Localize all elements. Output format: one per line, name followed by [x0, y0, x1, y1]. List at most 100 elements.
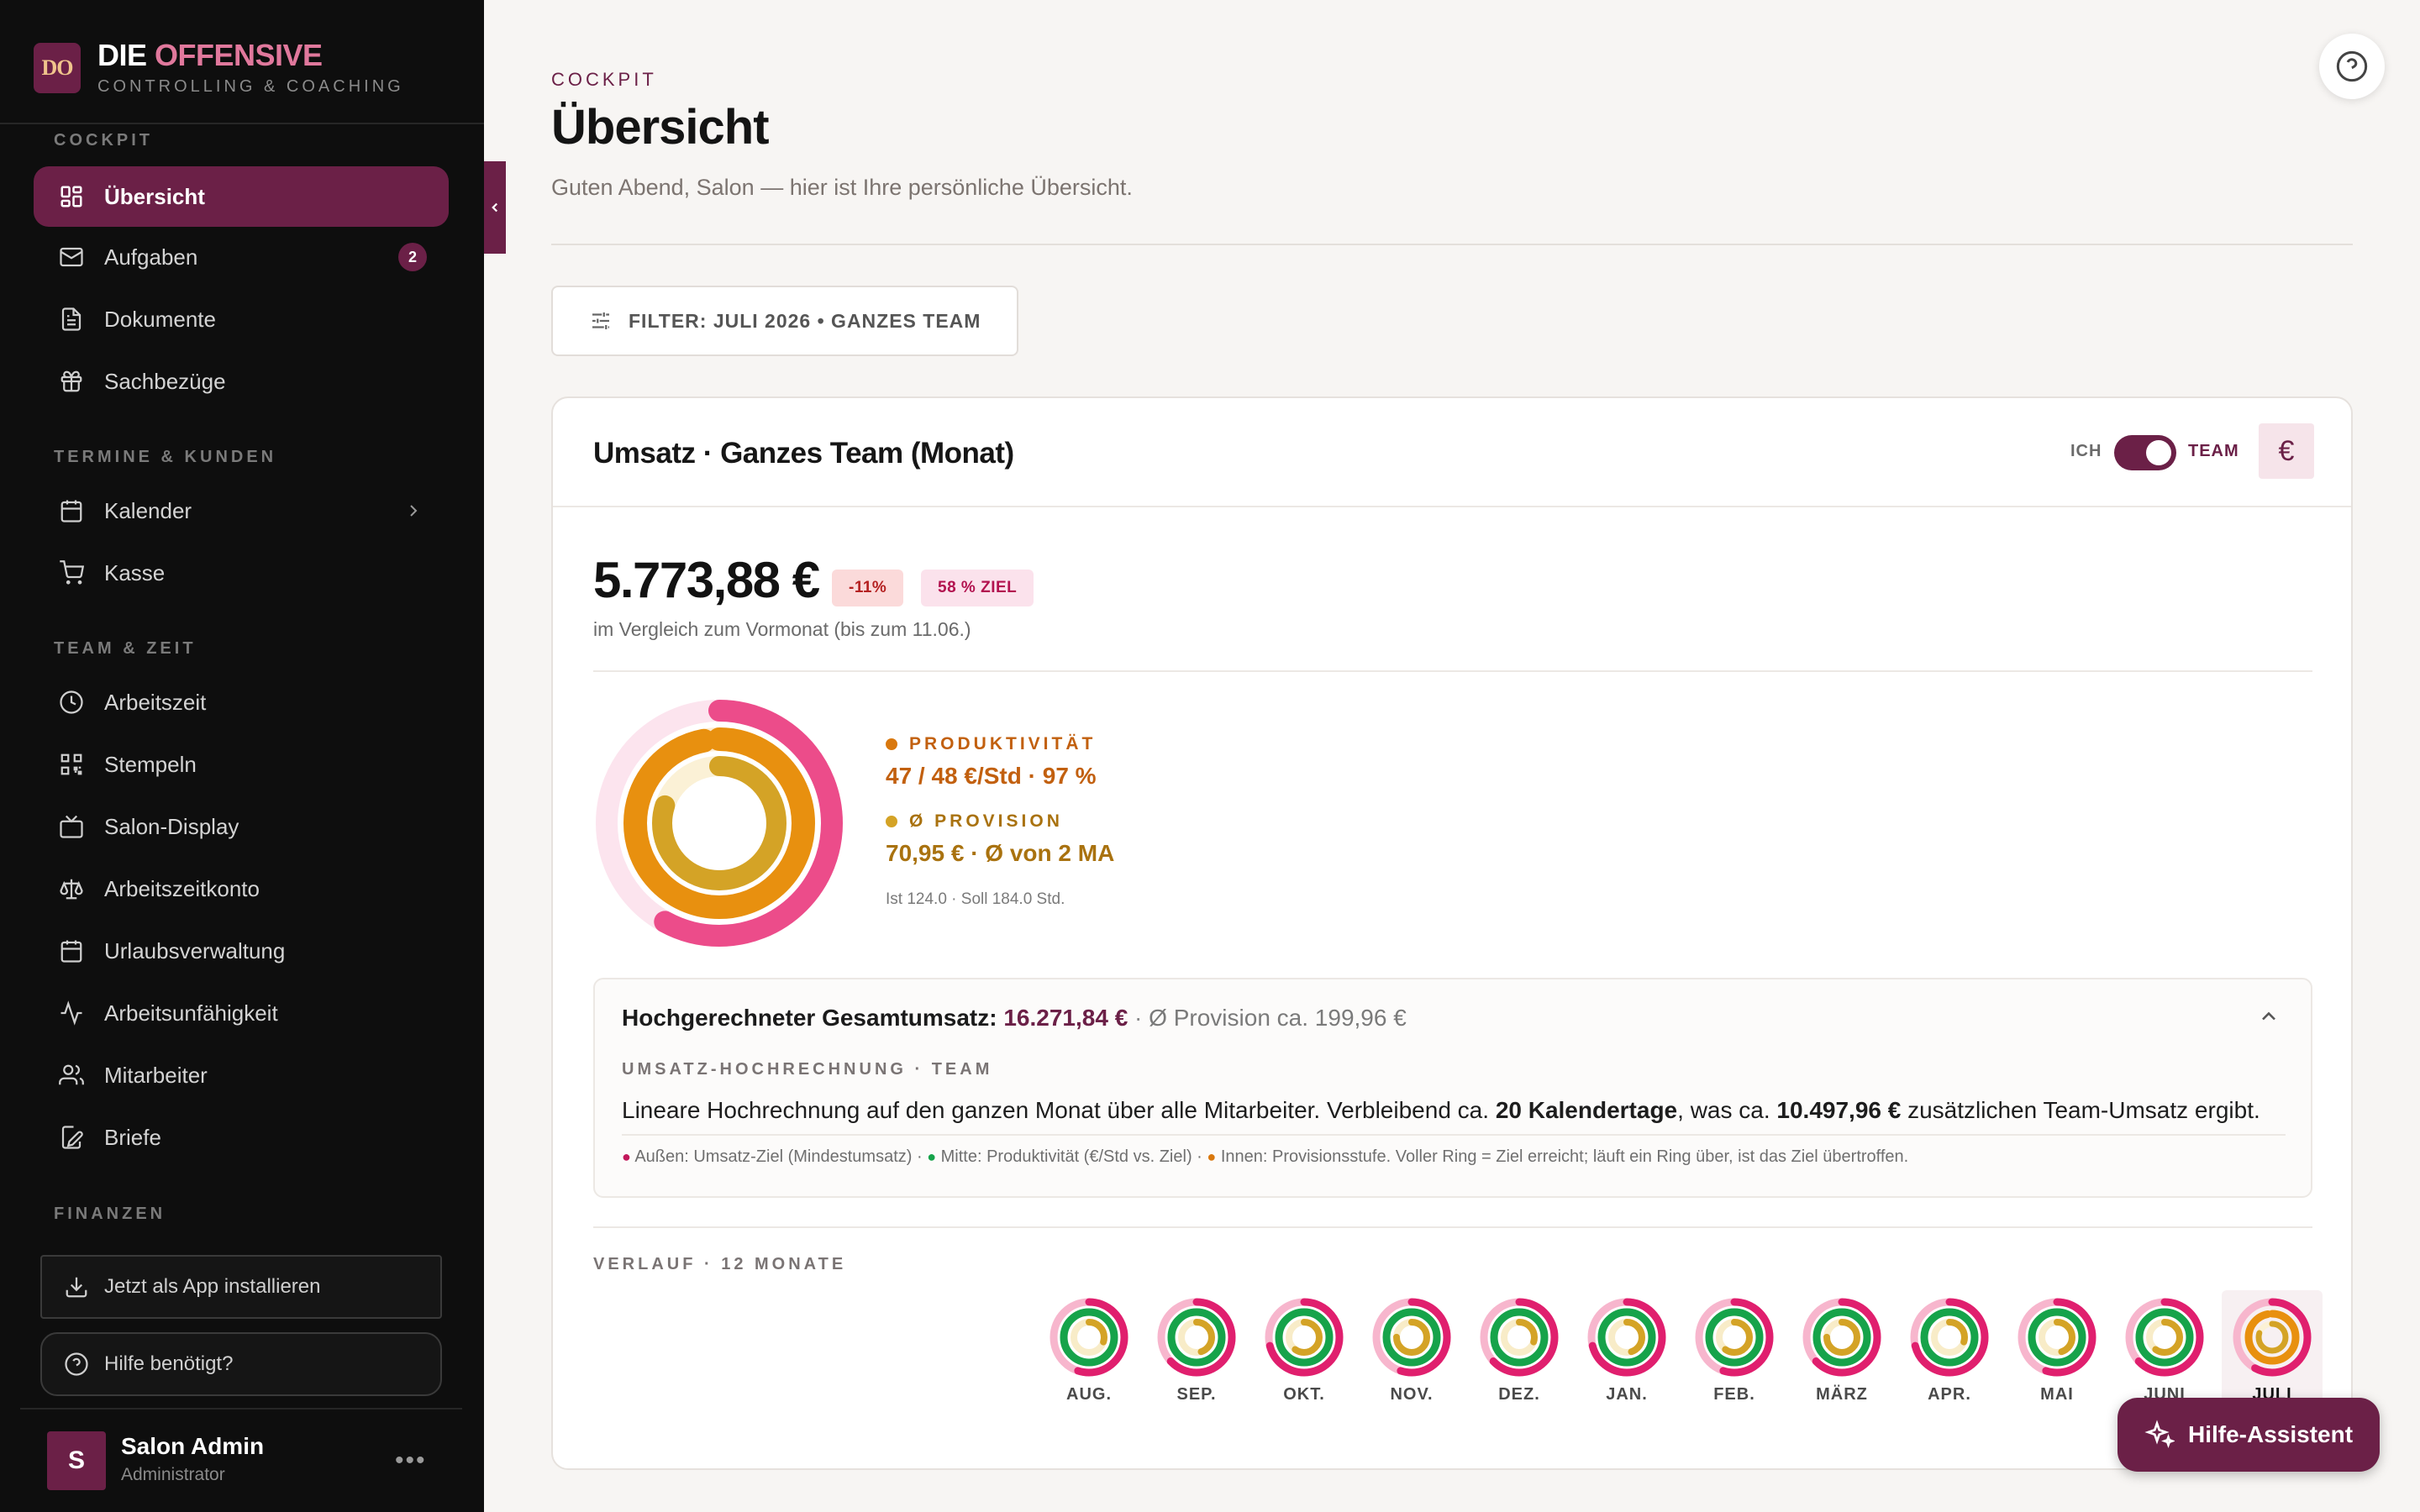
compare-text: im Vergleich zum Vormonat (bis zum 11.06…: [593, 618, 971, 640]
history-month[interactable]: FEB.: [1684, 1297, 1785, 1404]
sidebar-item-arbeitszeitkonto[interactable]: Arbeitszeitkonto: [34, 858, 449, 919]
sidebar-item-uebersicht[interactable]: Übersicht: [34, 166, 449, 227]
month-label: APR.: [1928, 1385, 1971, 1404]
month-rings: [2018, 1298, 2096, 1377]
users-icon: [59, 1064, 84, 1085]
sparkles-icon: [2144, 1420, 2175, 1448]
month-label: JAN.: [1606, 1385, 1648, 1404]
install-app-button[interactable]: Jetzt als App installieren: [40, 1255, 442, 1319]
card-header: Umsatz · Ganzes Team (Monat) ICH TEAM €: [553, 398, 2351, 507]
history-month[interactable]: MAI: [2007, 1297, 2107, 1404]
qr-icon: [60, 753, 82, 775]
goal-badge: 58 % ZIEL: [921, 570, 1034, 606]
sidebar-item-arbeitsunfaehigkeit[interactable]: Arbeitsunfähigkeit: [34, 983, 449, 1043]
sidebar-item-dokumente[interactable]: Dokumente: [34, 289, 449, 349]
sidebar-item-urlaubsverwaltung[interactable]: Urlaubsverwaltung: [34, 921, 449, 981]
help-assistant-button[interactable]: Hilfe-Assistent: [2118, 1398, 2380, 1472]
help-needed-button[interactable]: Hilfe benötigt?: [40, 1332, 442, 1396]
tv-icon: [60, 815, 83, 838]
month-label: SEP.: [1176, 1385, 1217, 1404]
help-circle-icon: [2336, 50, 2368, 82]
page-title: Übersicht: [551, 100, 770, 155]
section-termine: TERMINE & KUNDEN: [54, 448, 277, 466]
history-month[interactable]: APR.: [1899, 1297, 2000, 1404]
divider: [551, 244, 2353, 245]
sidebar-item-sachbezuege[interactable]: Sachbezüge: [34, 351, 449, 412]
history-label: VERLAUF · 12 MONATE: [593, 1255, 847, 1273]
goal-rings-chart: [596, 700, 843, 947]
avatar[interactable]: S: [47, 1431, 106, 1490]
history-month[interactable]: DEZ.: [1469, 1297, 1570, 1404]
history-month[interactable]: SEP.: [1146, 1297, 1247, 1404]
brand-title: DIE OFFENSIVE: [97, 38, 323, 72]
history-month[interactable]: MÄRZ: [1791, 1297, 1892, 1404]
history-month[interactable]: JAN.: [1576, 1297, 1677, 1404]
toggle-label-team: TEAM: [2188, 442, 2239, 460]
section-cockpit: COCKPIT: [54, 131, 153, 150]
chevron-right-icon: [410, 505, 418, 517]
grid-icon: [60, 186, 82, 207]
brand[interactable]: DO DIE OFFENSIVE CONTROLLING & COACHING: [34, 39, 404, 97]
help-assistant-label: Hilfe-Assistent: [2188, 1421, 2354, 1447]
sidebar-item-kasse[interactable]: Kasse: [34, 543, 449, 603]
card-title: Umsatz · Ganzes Team (Monat): [593, 437, 1014, 470]
help-circle-icon: [65, 1352, 88, 1376]
section-finanzen: FINANZEN: [54, 1205, 166, 1223]
revenue-card: Umsatz · Ganzes Team (Monat) ICH TEAM € …: [551, 396, 2353, 1470]
scale-icon: [60, 879, 83, 900]
month-rings: [1695, 1298, 1774, 1377]
help-button[interactable]: [2319, 34, 2385, 99]
sidebar-item-salon-display[interactable]: Salon-Display: [34, 796, 449, 857]
history-month[interactable]: AUG.: [1039, 1297, 1139, 1404]
change-badge: -11%: [832, 570, 904, 606]
sidebar-item-label: Kalender: [104, 497, 192, 523]
sidebar-item-label: Sachbezüge: [104, 368, 226, 394]
sidebar-item-label: Arbeitszeit: [104, 689, 207, 715]
sliders-icon: [592, 312, 609, 329]
history-month[interactable]: JULI: [2222, 1290, 2323, 1404]
month-label: MÄRZ: [1816, 1385, 1868, 1404]
ring-legend: ● Außen: Umsatz-Ziel (Mindestumsatz) · ●…: [622, 1147, 1909, 1166]
month-rings: [1910, 1298, 1989, 1377]
divider: [20, 1408, 462, 1410]
sidebar-item-label: Urlaubsverwaltung: [104, 937, 286, 963]
more-options-icon[interactable]: •••: [395, 1446, 427, 1475]
month-rings: [2233, 1298, 2312, 1377]
sidebar-item-label: Briefe: [104, 1124, 161, 1150]
filter-label: FILTER: JULI 2026 • GANZES TEAM: [629, 309, 981, 332]
projection-panel[interactable]: Hochgerechneter Gesamtumsatz: 16.271,84 …: [593, 978, 2312, 1198]
provision-label: Ø PROVISION: [886, 811, 1063, 832]
chevron-up-icon[interactable]: [2257, 1005, 2281, 1028]
sidebar-item-aufgaben[interactable]: Aufgaben 2: [34, 227, 449, 287]
sidebar-item-label: Mitarbeiter: [104, 1062, 208, 1088]
month-rings: [1157, 1298, 1236, 1377]
month-rings: [1802, 1298, 1881, 1377]
provision-value: 70,95 € · Ø von 2 MA: [886, 840, 1115, 866]
sidebar-item-briefe[interactable]: Briefe: [34, 1107, 449, 1168]
month-label: OKT.: [1283, 1385, 1325, 1404]
scope-toggle[interactable]: [2114, 435, 2176, 470]
sidebar-item-stempeln[interactable]: Stempeln: [34, 734, 449, 795]
currency-button[interactable]: €: [2259, 423, 2314, 479]
chevron-left-icon: [492, 202, 498, 213]
filter-button[interactable]: FILTER: JULI 2026 • GANZES TEAM: [551, 286, 1018, 356]
count-badge: 2: [398, 243, 427, 271]
install-app-label: Jetzt als App installieren: [104, 1275, 321, 1298]
sidebar-item-label: Arbeitsunfähigkeit: [104, 1000, 278, 1026]
projection-text: Lineare Hochrechnung auf den ganzen Mona…: [622, 1097, 2260, 1123]
month-rings: [1480, 1298, 1559, 1377]
brand-logo: DO: [34, 42, 81, 93]
clock-icon: [60, 690, 83, 714]
month-label: AUG.: [1066, 1385, 1112, 1404]
history-month[interactable]: NOV.: [1361, 1297, 1462, 1404]
calendar-icon: [60, 940, 82, 963]
sidebar-item-mitarbeiter[interactable]: Mitarbeiter: [34, 1045, 449, 1105]
history-month[interactable]: OKT.: [1254, 1297, 1355, 1404]
sidebar-item-label: Salon-Display: [104, 813, 239, 839]
sidebar-item-kalender[interactable]: Kalender: [34, 480, 449, 541]
month-label: FEB.: [1713, 1385, 1755, 1404]
sidebar-item-arbeitszeit[interactable]: Arbeitszeit: [34, 672, 449, 732]
section-team: TEAM & ZEIT: [54, 639, 197, 658]
history-month[interactable]: JUNI: [2114, 1297, 2215, 1404]
collapse-sidebar-button[interactable]: [484, 161, 506, 254]
